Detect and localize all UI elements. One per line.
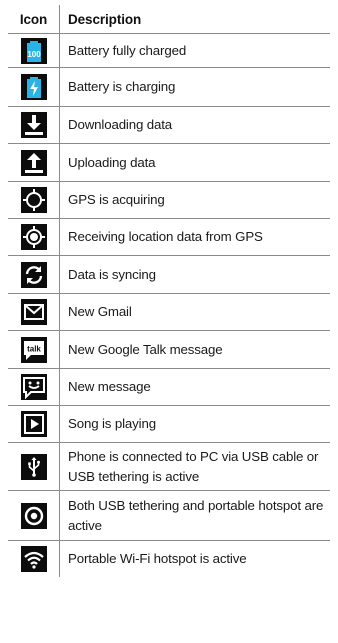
row-description: Portable Wi-Fi hotspot is active: [68, 550, 247, 566]
table-row: Battery is charging: [8, 67, 330, 107]
table-row: Downloading data: [8, 106, 330, 144]
battery-full-icon: 100: [20, 37, 47, 64]
message-icon: [20, 374, 47, 400]
row-description: Uploading data: [59, 143, 330, 182]
table-row: Receiving location data from GPS: [8, 218, 330, 256]
battery-charging-icon: [20, 74, 47, 100]
table-row: Both USB tethering and portable hotspot …: [8, 490, 330, 541]
row-description: Data is syncing: [59, 255, 330, 294]
talk-badge-label: talk: [27, 344, 41, 353]
battery-level-label: 100: [27, 50, 41, 59]
wifi-hotspot-icon: [20, 545, 47, 572]
description-column-header: Description: [59, 5, 330, 34]
row-description: Both USB tethering and portable hotspot …: [59, 490, 330, 541]
table-row: Portable Wi-Fi hotspot is active: [8, 540, 330, 577]
icon-table: Icon Description 100 Battery fully charg…: [8, 5, 330, 577]
upload-icon: [20, 149, 47, 176]
table-row: talk New Google Talk message: [8, 330, 330, 369]
row-description: Battery fully charged: [59, 33, 330, 68]
gps-acquiring-icon: [20, 187, 47, 213]
table-row: Uploading data: [8, 143, 330, 182]
row-description: Song is playing: [59, 405, 330, 443]
table-row: Song is playing: [8, 405, 330, 443]
sync-icon: [20, 261, 47, 288]
row-description: New message: [59, 368, 330, 406]
google-talk-icon: talk: [20, 336, 47, 363]
gmail-icon: [20, 299, 47, 325]
row-description: Phone is connected to PC via USB cable o…: [59, 442, 330, 491]
table-row: Data is syncing: [8, 255, 330, 294]
table-row: New message: [8, 368, 330, 406]
icon-column-header: Icon: [8, 5, 60, 34]
table-row: GPS is acquiring: [8, 181, 330, 219]
row-description: Downloading data: [59, 106, 330, 144]
row-description: Receiving location data from GPS: [59, 218, 330, 256]
table-row: Phone is connected to PC via USB cable o…: [8, 442, 330, 491]
play-icon: [20, 411, 47, 437]
row-description: New Google Talk message: [59, 330, 330, 369]
table-row: New Gmail: [8, 293, 330, 331]
table-row: 100 Battery fully charged: [8, 33, 330, 68]
row-description: GPS is acquiring: [59, 181, 330, 219]
row-description: Battery is charging: [59, 67, 330, 107]
row-description: New Gmail: [59, 293, 330, 331]
table-header-row: Icon Description: [8, 5, 330, 34]
usb-icon: [20, 453, 47, 480]
download-icon: [20, 112, 47, 138]
gps-location-icon: [20, 224, 47, 250]
usb-hotspot-icon: [20, 502, 47, 529]
